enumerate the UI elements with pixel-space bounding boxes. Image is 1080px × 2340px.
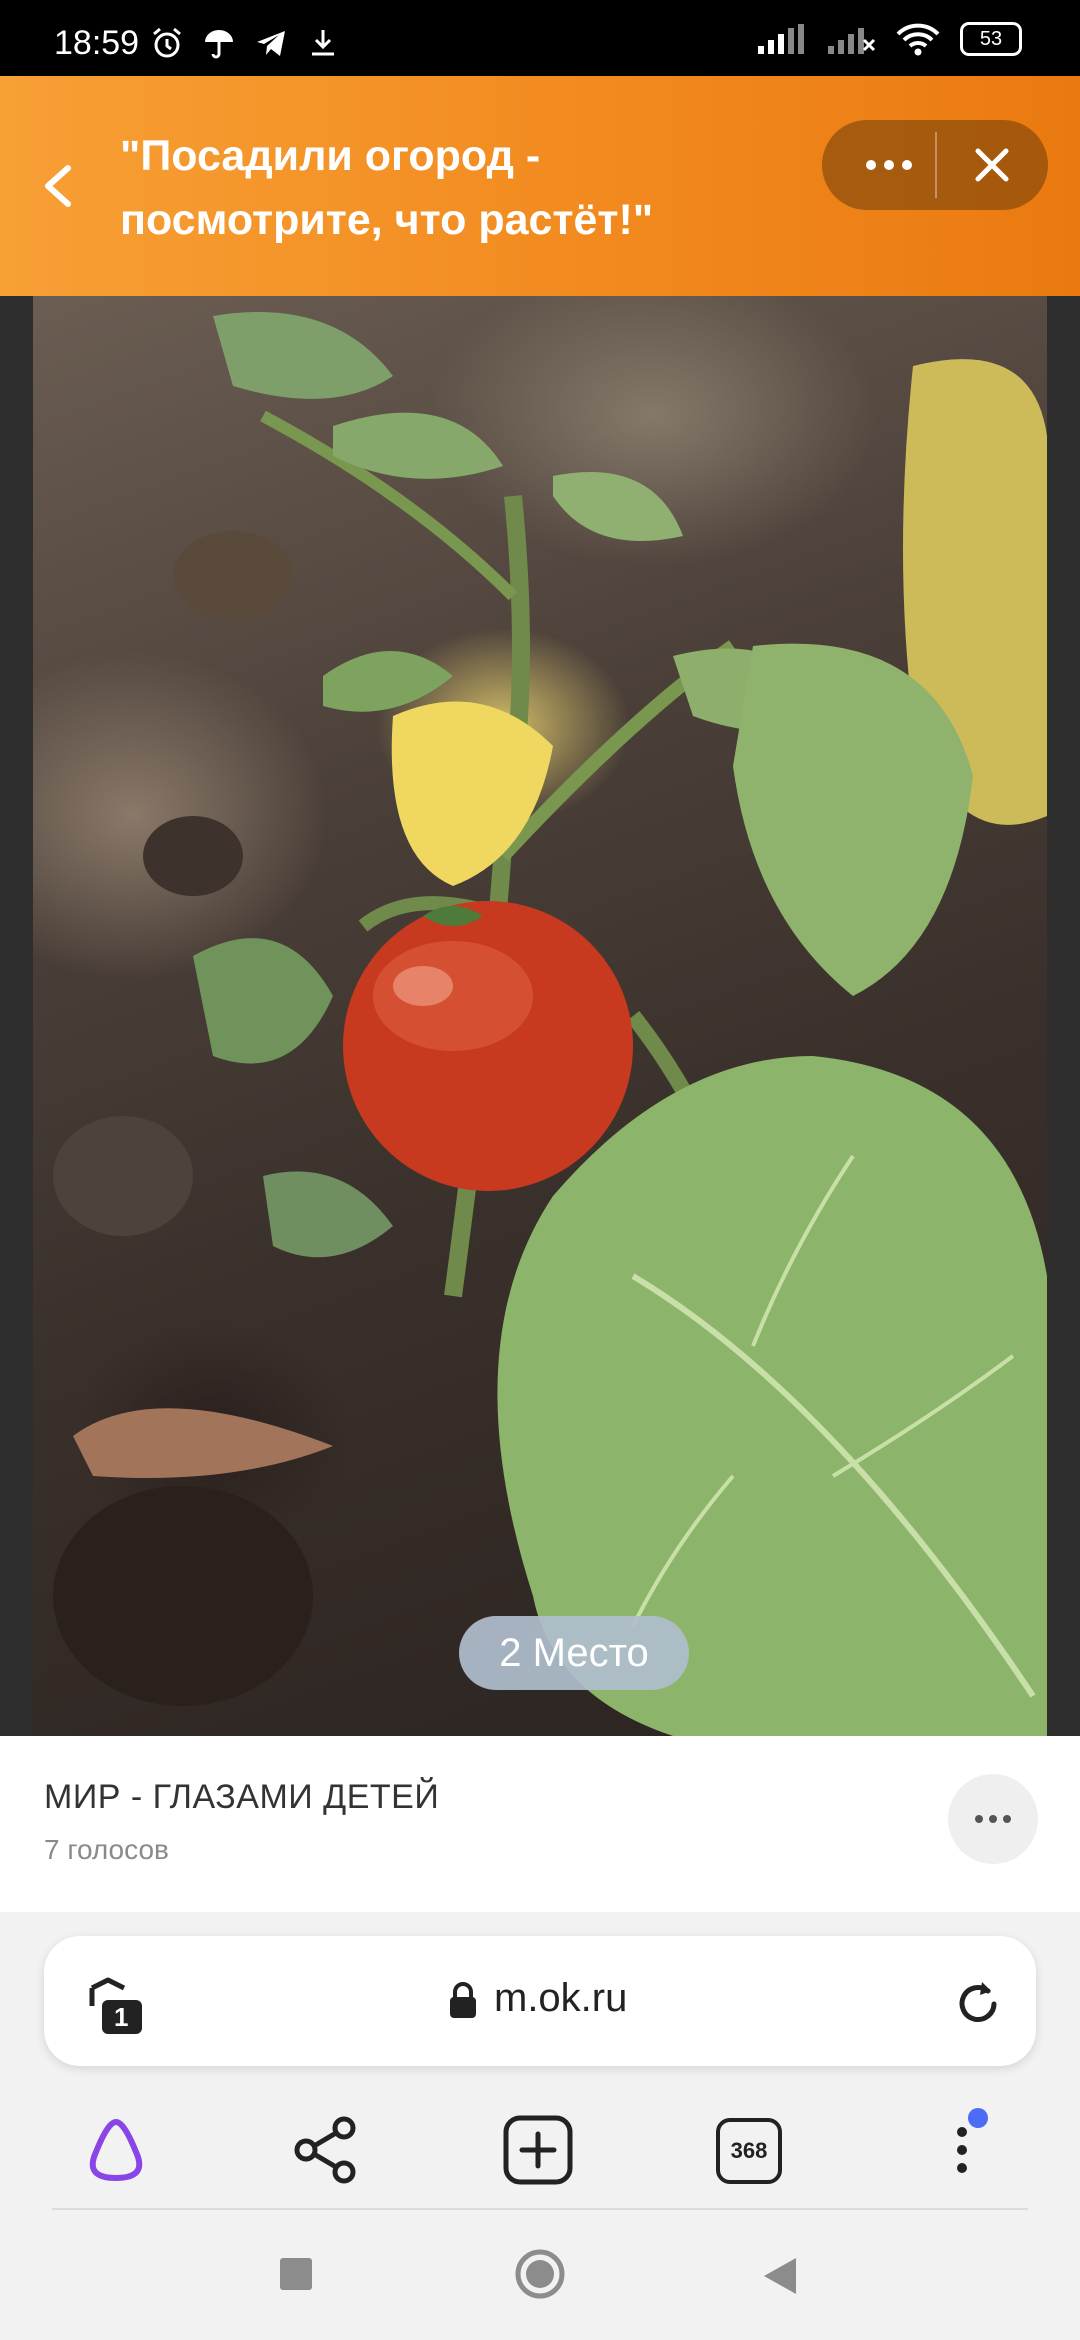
signal-muted-icon [828,28,876,54]
status-time: 18:59 [54,24,140,62]
album-info: МИР - ГЛАЗАМИ ДЕТЕЙ 7 голосов [0,1736,1080,1912]
status-left-icons [150,26,340,60]
status-right-icons: 53 [756,22,1022,56]
votes-count[interactable]: 7 голосов [44,1834,169,1866]
tomato-plant-photo[interactable]: 2 Место [33,296,1047,1736]
telegram-icon [257,31,285,56]
header-actions-divider [935,132,937,198]
photo-viewer: 2 Место [0,296,1080,1736]
shield-count: 1 [114,2002,129,2032]
more-options-icon [975,1815,1011,1823]
system-navigation-bar [0,2210,1080,2340]
tabs-counter-button[interactable]: 368 [712,2112,788,2188]
signal-icon [758,24,804,54]
photo-illustration [53,312,1047,1736]
more-options-icon[interactable] [854,138,924,192]
wifi-icon [896,23,940,56]
url-text[interactable]: m.ok.ru [494,1976,627,2021]
back-button[interactable] [760,2254,800,2298]
reload-icon[interactable] [952,1974,1004,2030]
battery-icon: 53 [960,22,1022,56]
vertical-dots-icon [957,2127,967,2173]
album-more-button[interactable] [948,1774,1038,1864]
umbrella-icon [205,30,233,59]
post-header: "Посадили огород - посмотрите, что растё… [0,76,1080,296]
album-title[interactable]: МИР - ГЛАЗАМИ ДЕТЕЙ [44,1778,439,1817]
lock-icon [450,1982,476,2018]
address-bar[interactable]: 1 m.ok.ru [44,1936,1036,2066]
add-tab-icon[interactable] [500,2112,576,2188]
browser-toolbar: 368 [0,2102,1080,2212]
protection-shield-icon[interactable]: 1 [84,1972,148,2036]
share-icon[interactable] [288,2112,364,2188]
browser-menu-button[interactable] [924,2108,1000,2188]
close-icon[interactable] [962,138,1022,192]
home-button[interactable] [514,2248,566,2300]
header-actions [822,120,1048,210]
recents-button[interactable] [280,2258,312,2290]
download-icon [312,30,334,56]
status-bar: 18:59 53 [0,0,1080,76]
place-badge: 2 Место [459,1616,689,1690]
alice-assistant-icon[interactable] [78,2112,154,2188]
back-arrow-icon[interactable] [30,154,90,218]
post-title: "Посадили огород - посмотрите, что растё… [120,132,654,244]
alarm-icon [153,27,181,58]
tabs-count: 368 [716,2118,782,2184]
notification-dot [968,2108,988,2128]
